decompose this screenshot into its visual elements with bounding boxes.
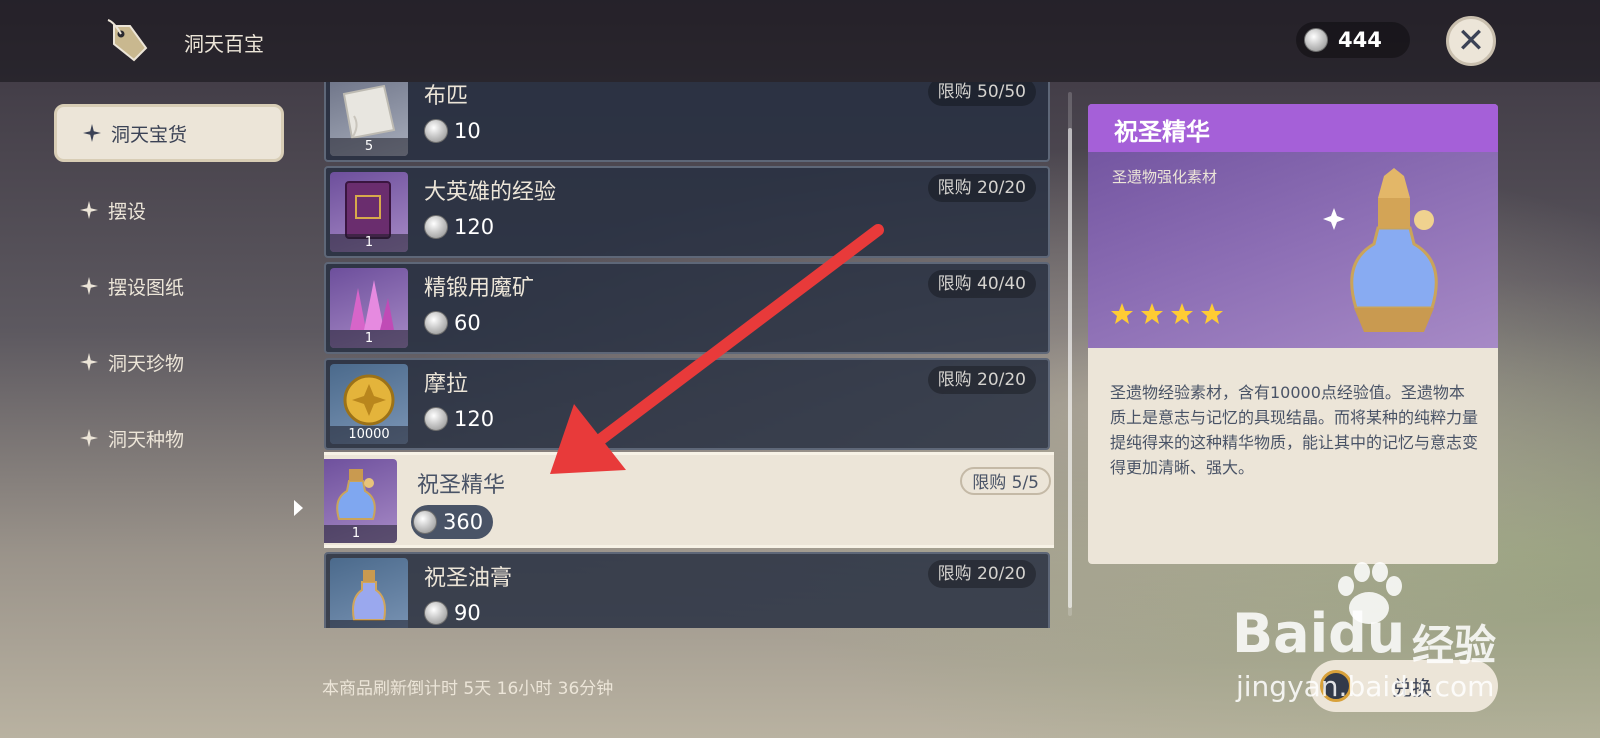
sidebar-item-label: 摆设 [108,200,147,223]
item-quantity: 1 [324,525,397,543]
item-quantity: 1 [330,330,408,348]
item-name: 祝圣精华 [417,473,506,498]
confirm-icon [1320,670,1352,702]
realm-currency-icon [424,215,448,239]
realm-currency-icon [424,311,448,335]
price-value: 10 [454,119,481,143]
essence-bottle-icon [1323,168,1438,332]
item-name: 布匹 [424,84,469,109]
sparkle-icon [80,201,98,219]
item-quantity: 5 [330,138,408,156]
item-detail-panel: 祝圣精华 圣遗物强化素材 圣遗物经验素材，含有10000点经验值。圣遗物本质上是… [1088,104,1498,564]
currency-amount: 444 [1338,28,1382,52]
close-button[interactable]: ✕ [1446,16,1496,66]
refresh-countdown: 本商品刷新倒计时 5天 16小时 36分钟 [322,679,614,699]
paw-logo-icon [1338,562,1402,624]
sparkle-icon [83,124,101,142]
purchase-limit: 限购 20/20 [927,560,1036,588]
item-quantity: 1 [330,234,408,252]
purchase-limit: 限购 5/5 [960,467,1051,495]
realm-currency-icon [1304,28,1328,52]
star-icon [1111,303,1133,324]
price-value: 120 [454,407,495,431]
sidebar-item-label: 摆设图纸 [108,276,185,299]
realm-currency-icon [424,407,448,431]
page-title: 洞天百宝 [184,32,264,56]
item-price: 90 [422,596,491,628]
sparkle-icon [80,429,98,447]
detail-description: 圣遗物经验素材，含有10000点经验值。圣遗物本质上是意志与记忆的具现结晶。而将… [1110,383,1479,477]
item-name: 大英雄的经验 [424,180,557,205]
price-value: 90 [454,601,481,625]
shop-item-row[interactable]: 1 精锻用魔矿 60 限购 40/40 [324,262,1050,354]
realm-currency-icon [424,119,448,143]
scrollbar-thumb[interactable] [1068,128,1072,608]
shop-item-row[interactable]: 5 布匹 10 限购 50/50 [324,82,1050,162]
close-icon: ✕ [1456,21,1486,61]
shop-item-row-selected[interactable]: 1 祝圣精华 360 限购 5/5 [324,452,1054,548]
item-quantity [330,620,408,628]
item-name: 精锻用魔矿 [424,276,535,301]
item-price: 120 [422,210,504,244]
selection-pointer-icon [294,500,303,516]
item-price: 360 [411,505,494,539]
category-sidebar: 洞天宝货 摆设 摆设图纸 洞天珍物 洞天种物 [54,104,284,486]
watermark-brand2: du [1328,602,1406,665]
shop-item-list[interactable]: 5 布匹 10 限购 50/50 1 大英雄的经验 120 限购 20/20 1… [324,82,1054,628]
sidebar-item-realm-treasures[interactable]: 洞天宝货 [54,104,284,162]
detail-title: 祝圣精华 [1114,118,1210,146]
shop-tag-icon [104,18,152,64]
detail-subtitle: 圣遗物强化素材 [1112,168,1218,186]
purchase-limit: 限购 20/20 [927,174,1036,202]
oil-bottle-icon [352,570,386,621]
sidebar-item-label: 洞天珍物 [108,352,185,375]
item-thumbnail: 1 [330,268,408,348]
watermark-brand: Bai [1232,602,1329,665]
item-thumbnail: 10000 [330,364,408,444]
item-name: 祝圣油膏 [424,566,513,591]
item-thumbnail: 1 [324,459,397,543]
rarity-stars [1110,302,1224,326]
item-thumbnail [330,558,408,628]
purchase-limit: 限购 40/40 [927,270,1036,298]
currency-balance: 444 [1296,22,1410,58]
sidebar-item-blueprints[interactable]: 摆设图纸 [54,258,284,314]
item-thumbnail: 5 [330,82,408,156]
realm-currency-icon [413,510,437,534]
shop-item-row[interactable]: 10000 摩拉 120 限购 20/20 [324,358,1050,450]
sidebar-item-realm-curios[interactable]: 洞天珍物 [54,334,284,390]
sidebar-item-furnishings[interactable]: 摆设 [54,182,284,238]
shop-item-row[interactable]: 祝圣油膏 90 限购 20/20 [324,552,1050,628]
item-price: 10 [422,114,491,148]
sparkle-icon [80,277,98,295]
star-icon [1171,303,1193,324]
price-value: 60 [454,311,481,335]
purchase-limit: 限购 50/50 [927,82,1036,106]
list-scrollbar[interactable] [1068,92,1072,616]
item-price: 120 [422,402,504,436]
realm-currency-icon [424,601,448,625]
star-icon [1201,303,1223,324]
item-quantity: 10000 [330,426,408,444]
item-thumbnail: 1 [330,172,408,252]
sparkle-icon [80,353,98,371]
sidebar-item-label: 洞天种物 [108,428,185,451]
price-value: 360 [443,510,484,534]
exchange-button[interactable]: 兑换 [1310,660,1498,712]
item-name: 摩拉 [424,372,469,397]
shop-item-row[interactable]: 1 大英雄的经验 120 限购 20/20 [324,166,1050,258]
purchase-limit: 限购 20/20 [927,366,1036,394]
price-value: 120 [454,215,495,239]
sidebar-item-label: 洞天宝货 [111,123,188,146]
exchange-label: 兑换 [1392,675,1432,700]
star-icon [1141,303,1163,324]
sidebar-item-seeds[interactable]: 洞天种物 [54,410,284,466]
item-price: 60 [422,306,491,340]
